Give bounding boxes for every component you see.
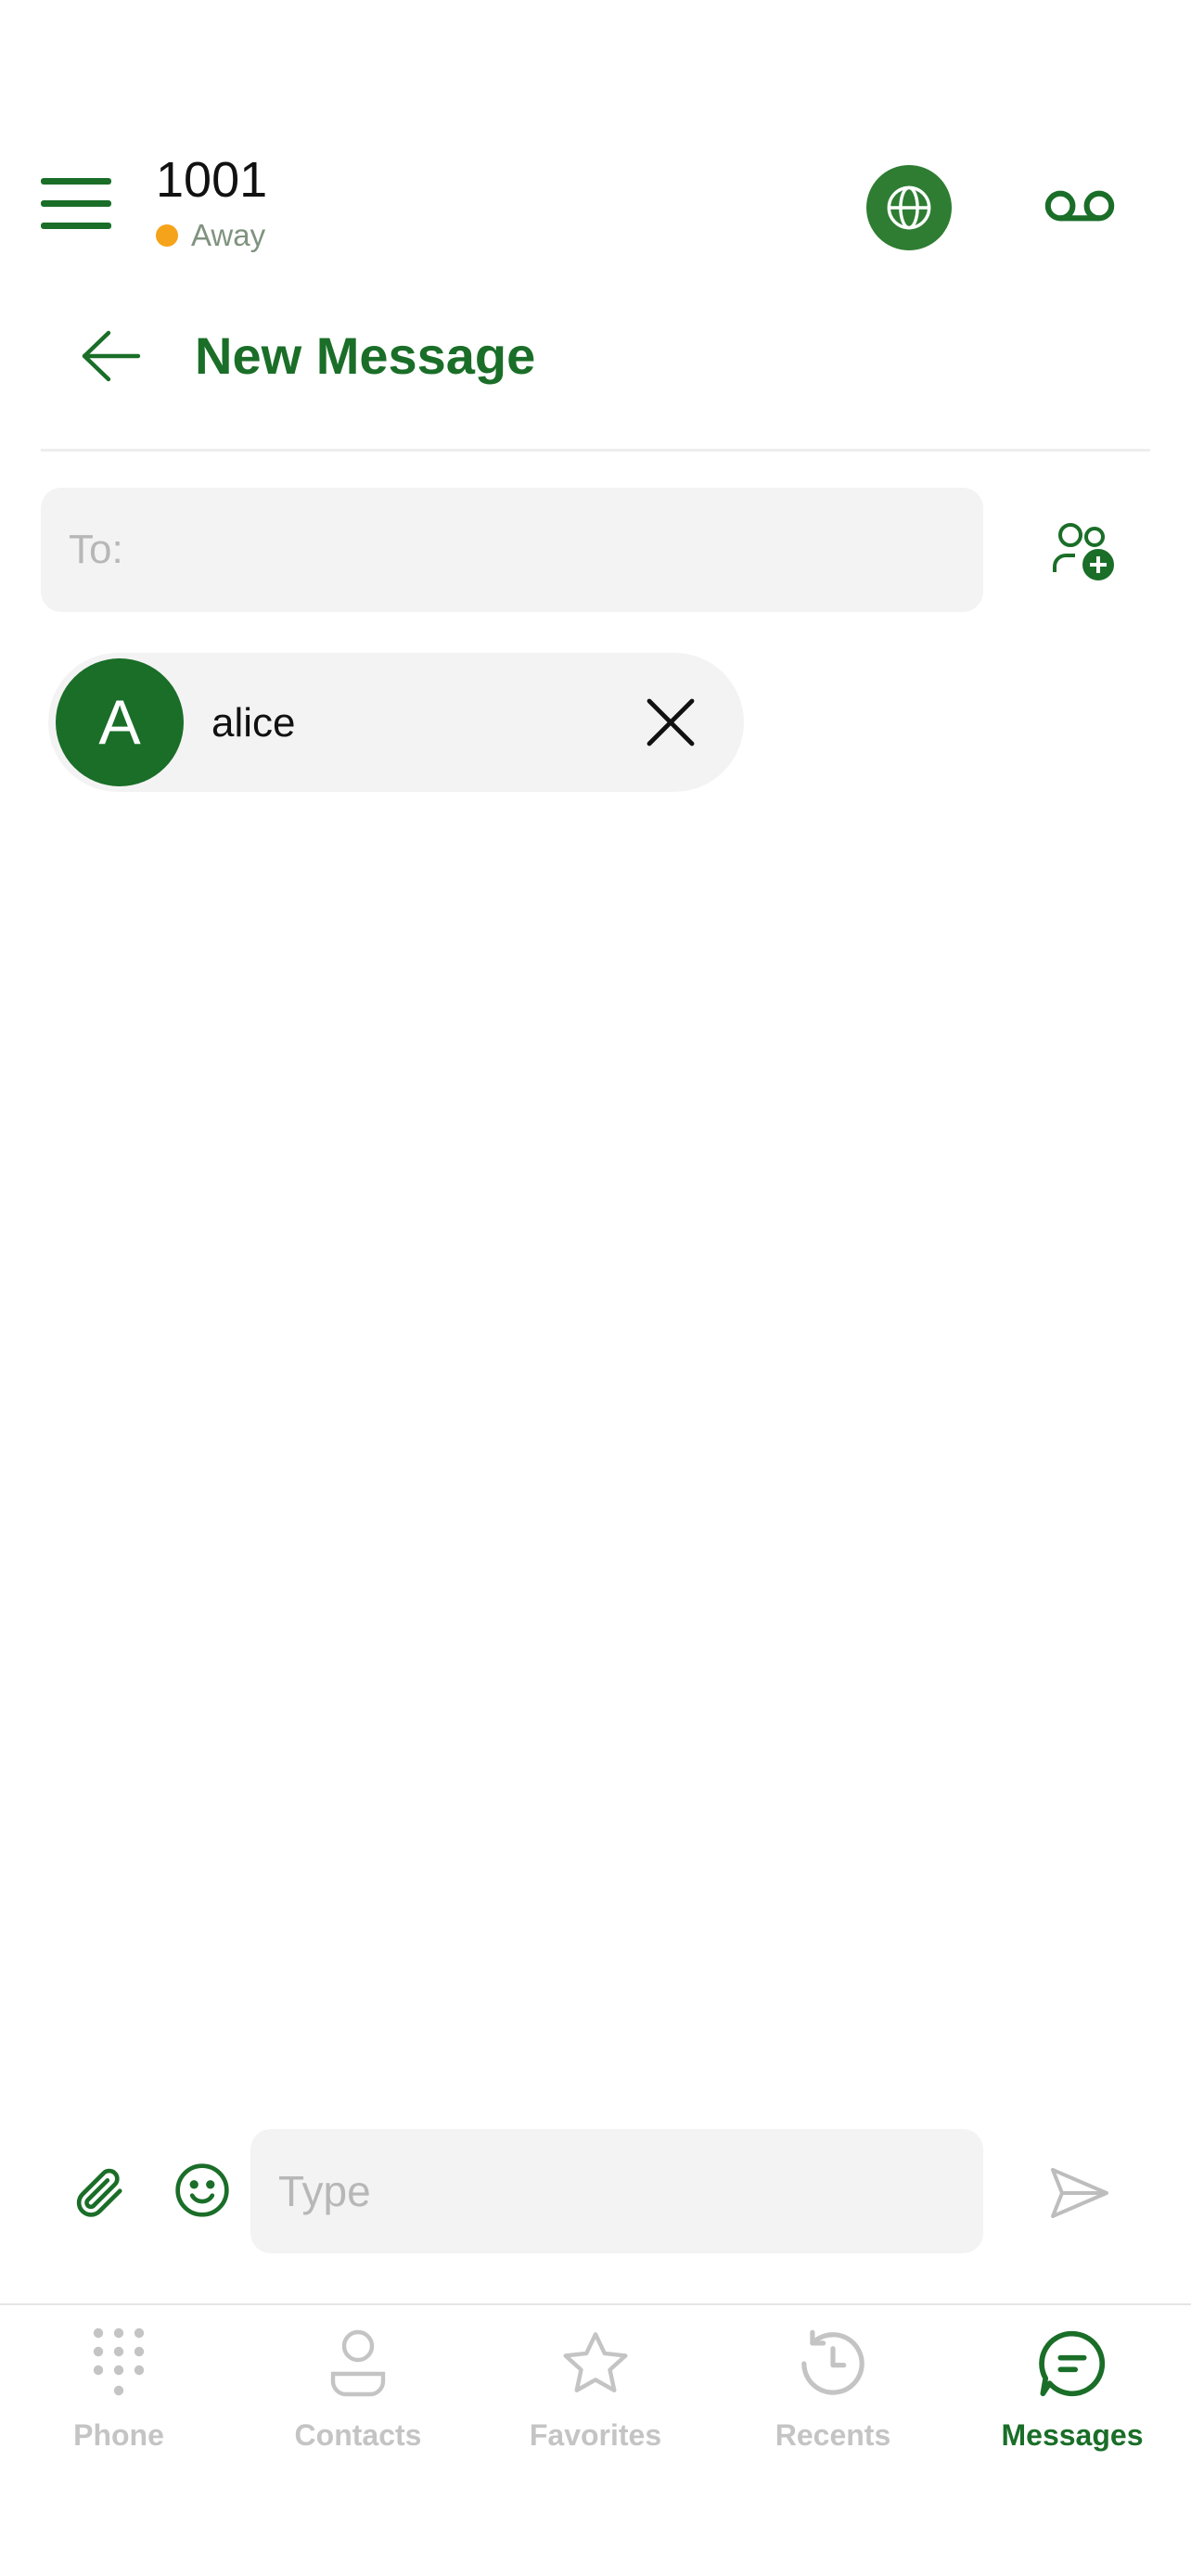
presence-status[interactable]: Away — [156, 217, 265, 254]
nav-label: Recents — [775, 2418, 891, 2452]
page-title: New Message — [195, 326, 536, 385]
add-contact-button[interactable] — [1039, 512, 1128, 590]
emoji-button[interactable] — [167, 2155, 237, 2225]
smiley-icon — [175, 2163, 229, 2217]
extension-number: 1001 — [156, 152, 268, 208]
divider — [41, 449, 1150, 452]
nav-divider — [0, 2303, 1191, 2305]
nav-item-recents[interactable]: Recents — [722, 2322, 944, 2470]
message-input[interactable] — [250, 2129, 983, 2253]
recipient-name: alice — [211, 700, 296, 746]
dialpad-icon — [93, 2327, 145, 2396]
history-icon — [801, 2329, 864, 2395]
person-icon — [330, 2329, 386, 2397]
nav-item-messages[interactable]: Messages — [961, 2322, 1184, 2470]
nav-label: Phone — [73, 2418, 164, 2452]
globe-button[interactable] — [866, 165, 952, 250]
back-button[interactable] — [74, 323, 148, 389]
nav-label: Messages — [1001, 2418, 1144, 2452]
send-button[interactable] — [1043, 2161, 1117, 2225]
nav-item-contacts[interactable]: Contacts — [247, 2322, 469, 2470]
status-dot — [156, 224, 178, 247]
add-contact-icon — [1053, 523, 1114, 580]
nav-label: Favorites — [529, 2418, 662, 2452]
to-input[interactable] — [41, 488, 983, 612]
arrow-left-icon — [82, 330, 141, 382]
voicemail-icon — [1044, 190, 1115, 222]
voicemail-button[interactable] — [1037, 182, 1122, 230]
avatar: A — [56, 658, 184, 786]
nav-label: Contacts — [294, 2418, 422, 2452]
nav-item-phone[interactable]: Phone — [7, 2322, 230, 2470]
hamburger-menu-icon[interactable] — [41, 178, 111, 230]
nav-item-favorites[interactable]: Favorites — [484, 2322, 707, 2470]
remove-recipient-button[interactable] — [638, 690, 703, 755]
send-icon — [1051, 2168, 1108, 2218]
paperclip-icon — [76, 2168, 122, 2217]
globe-icon — [887, 185, 931, 230]
status-label: Away — [191, 218, 266, 252]
star-icon — [563, 2332, 628, 2393]
chat-bubble-icon — [1039, 2330, 1106, 2397]
attach-button[interactable] — [63, 2157, 134, 2227]
close-icon — [647, 698, 695, 746]
